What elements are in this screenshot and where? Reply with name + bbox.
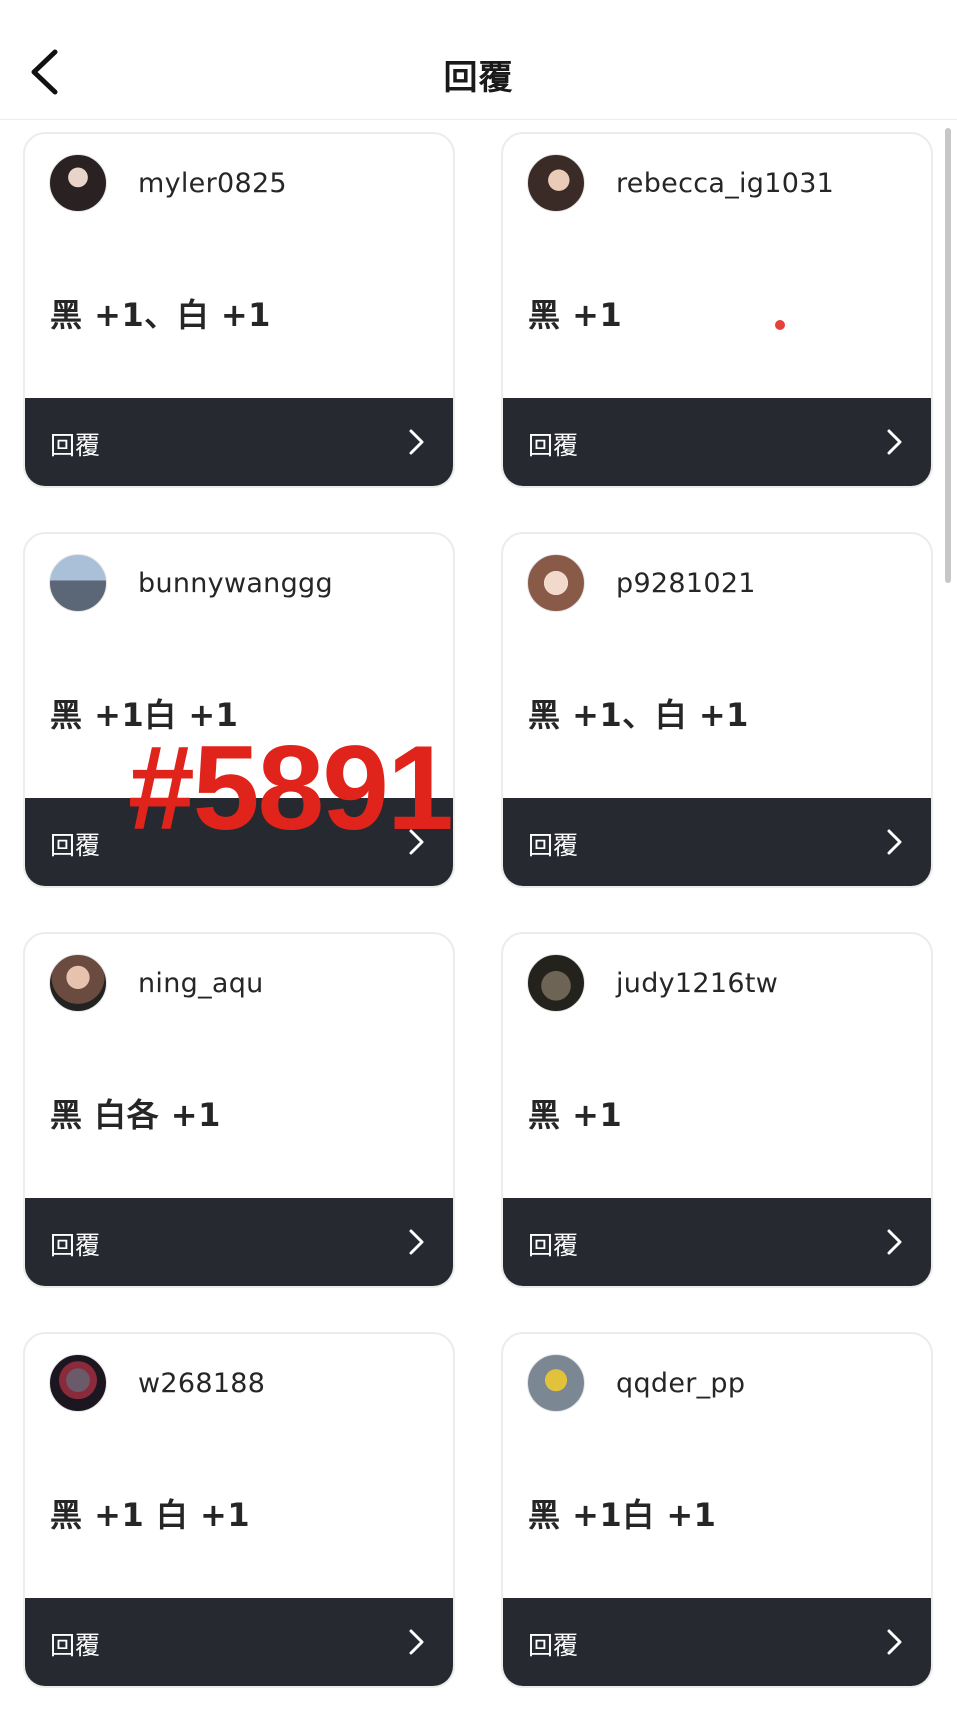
reply-label: 回覆 (528, 1231, 579, 1260)
comment-text: 黑 +1 (528, 296, 623, 334)
reply-label: 回覆 (50, 831, 101, 860)
reply-button[interactable]: 回覆 (503, 398, 931, 486)
avatar[interactable] (49, 154, 107, 212)
card-header: w268188 (45, 1354, 443, 1414)
comment-text: 黑 +1、白 +1 (528, 696, 749, 734)
chevron-right-icon (887, 1229, 902, 1255)
reply-label: 回覆 (528, 431, 579, 460)
chevron-right-icon (887, 829, 902, 855)
reply-button[interactable]: 回覆 (503, 1598, 931, 1686)
username[interactable]: judy1216tw (616, 968, 778, 999)
reply-button[interactable]: 回覆 (503, 798, 931, 886)
reply-card[interactable]: rebecca_ig1031 黑 +1 回覆 (501, 132, 933, 488)
watermark-number: #5891 (128, 721, 454, 855)
avatar[interactable] (527, 154, 585, 212)
card-header: ning_aqu (45, 954, 443, 1014)
card-header: qqder_pp (523, 1354, 921, 1414)
reply-label: 回覆 (50, 1631, 101, 1660)
reply-card[interactable]: w268188 黑 +1 白 +1 回覆 (23, 1332, 455, 1688)
chevron-right-icon (409, 1629, 424, 1655)
page-title: 回覆 (443, 58, 514, 98)
avatar[interactable] (527, 1354, 585, 1412)
reply-label: 回覆 (528, 1631, 579, 1660)
chevron-right-icon (887, 429, 902, 455)
avatar[interactable] (527, 554, 585, 612)
username[interactable]: rebecca_ig1031 (616, 168, 834, 199)
reply-button[interactable]: 回覆 (503, 1198, 931, 1286)
reply-card[interactable]: qqder_pp 黑 +1白 +1 回覆 (501, 1332, 933, 1688)
reply-card[interactable]: myler0825 黑 +1、白 +1 回覆 (23, 132, 455, 488)
comment-text: 黑 +1 (528, 1096, 623, 1134)
reply-label: 回覆 (528, 831, 579, 860)
card-header: rebecca_ig1031 (523, 154, 921, 214)
comment-text: 黑 +1、白 +1 (50, 296, 271, 334)
comment-text: 黑 +1白 +1 (528, 1496, 717, 1534)
username[interactable]: ning_aqu (138, 968, 264, 999)
comment-text: 黑 +1 白 +1 (50, 1496, 251, 1534)
username[interactable]: w268188 (138, 1368, 265, 1399)
card-header: bunnywanggg (45, 554, 443, 614)
reply-card[interactable]: ning_aqu 黑 白各 +1 回覆 (23, 932, 455, 1288)
card-header: judy1216tw (523, 954, 921, 1014)
avatar[interactable] (49, 554, 107, 612)
comment-text: 黑 白各 +1 (50, 1096, 221, 1134)
username[interactable]: myler0825 (138, 168, 287, 199)
reply-label: 回覆 (50, 431, 101, 460)
username[interactable]: p9281021 (616, 568, 756, 599)
avatar[interactable] (49, 954, 107, 1012)
chevron-right-icon (409, 429, 424, 455)
top-nav-bar: 回覆 (0, 0, 957, 120)
reply-card[interactable]: p9281021 黑 +1、白 +1 回覆 (501, 532, 933, 888)
username[interactable]: qqder_pp (616, 1368, 745, 1399)
vertical-scrollbar[interactable] (945, 128, 951, 583)
chevron-right-icon (409, 1229, 424, 1255)
notification-dot (775, 320, 785, 330)
reply-card-grid: myler0825 黑 +1、白 +1 回覆 rebecca_ig1031 黑 … (0, 120, 957, 1709)
avatar[interactable] (527, 954, 585, 1012)
reply-label: 回覆 (50, 1231, 101, 1260)
reply-button[interactable]: 回覆 (25, 1198, 453, 1286)
reply-button[interactable]: 回覆 (25, 398, 453, 486)
card-header: p9281021 (523, 554, 921, 614)
reply-button[interactable]: 回覆 (25, 1598, 453, 1686)
chevron-right-icon (887, 1629, 902, 1655)
card-header: myler0825 (45, 154, 443, 214)
reply-card[interactable]: judy1216tw 黑 +1 回覆 (501, 932, 933, 1288)
replies-page: 回覆 myler0825 黑 +1、白 +1 回覆 rebecca_ig1031… (0, 0, 957, 1709)
avatar[interactable] (49, 1354, 107, 1412)
username[interactable]: bunnywanggg (138, 568, 333, 599)
